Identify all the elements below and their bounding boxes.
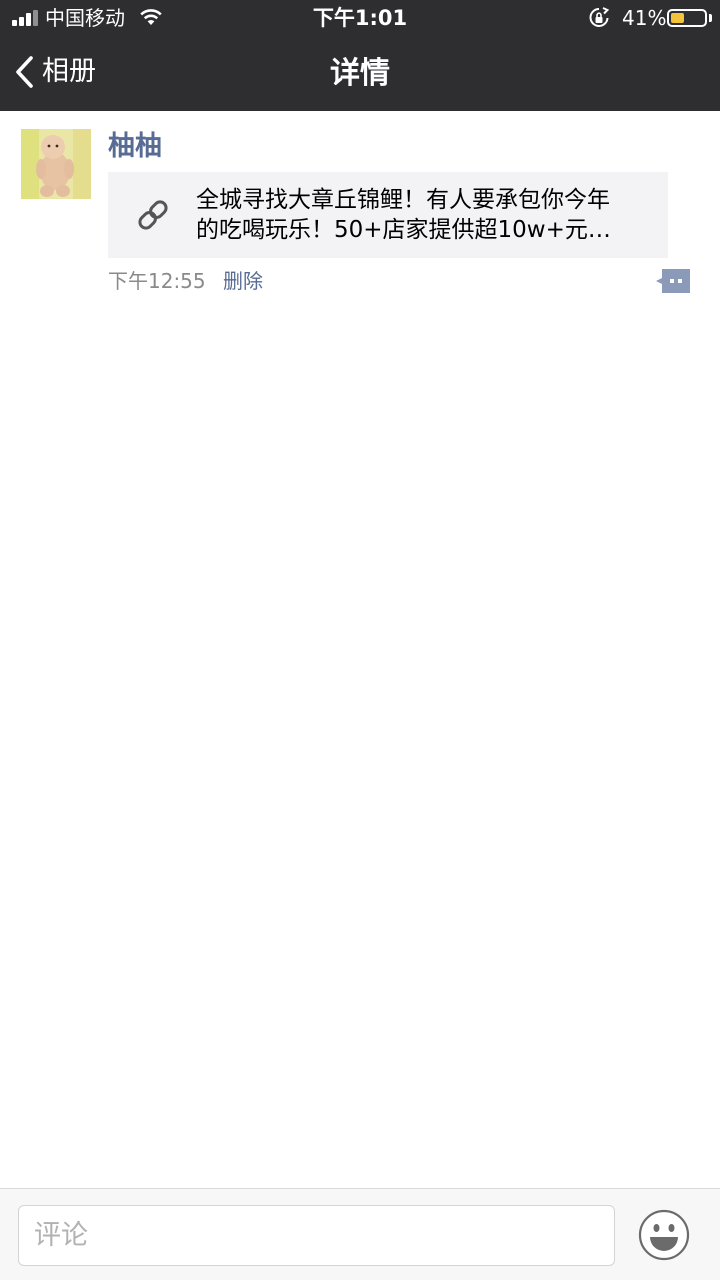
link-title: 全城寻找大章丘锦鲤！有人要承包你今年 的吃喝玩乐！50+店家提供超10w+元… xyxy=(196,185,658,245)
link-icon xyxy=(138,200,168,230)
page-title: 详情 xyxy=(330,56,390,91)
delete-button[interactable]: 删除 xyxy=(223,266,263,296)
battery-icon xyxy=(667,9,707,27)
battery-level xyxy=(671,13,684,23)
status-bar: 中国移动 下午1:01 41% xyxy=(0,0,720,36)
link-title-line-1: 全城寻找大章丘锦鲤！有人要承包你今年 xyxy=(196,187,610,213)
comment-bar xyxy=(0,1188,720,1280)
emoji-icon[interactable] xyxy=(638,1209,690,1261)
nav-bar: 相册 详情 xyxy=(0,36,720,111)
comment-input[interactable] xyxy=(18,1205,615,1266)
post-username[interactable]: 柚柚 xyxy=(108,129,162,165)
rotation-lock-icon xyxy=(589,7,609,27)
header: 中国移动 下午1:01 41% 相册 详情 xyxy=(0,0,720,111)
avatar[interactable] xyxy=(21,129,91,199)
status-time: 下午1:01 xyxy=(312,6,408,30)
link-title-line-2: 的吃喝玩乐！50+店家提供超10w+元… xyxy=(196,217,611,243)
post-time: 下午12:55 xyxy=(108,269,206,293)
battery-percent: 41% xyxy=(622,6,667,30)
shared-link-card[interactable]: 全城寻找大章丘锦鲤！有人要承包你今年 的吃喝玩乐！50+店家提供超10w+元… xyxy=(108,172,668,258)
comment-icon[interactable] xyxy=(656,269,690,293)
battery-cap xyxy=(709,14,712,22)
baby-photo xyxy=(21,129,91,199)
